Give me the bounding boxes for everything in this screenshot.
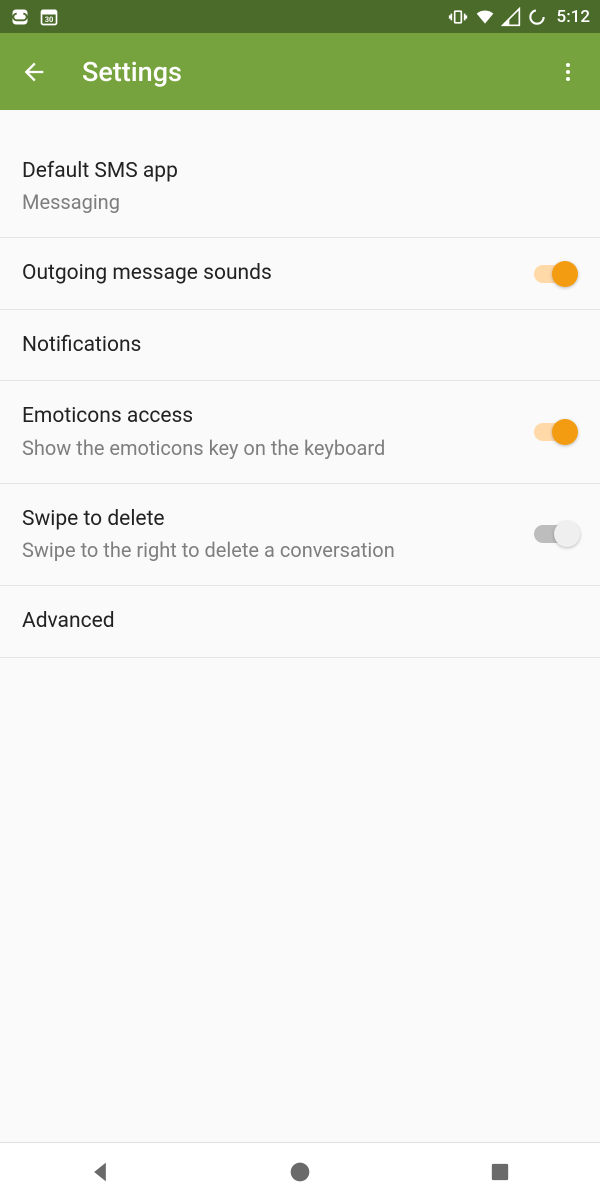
setting-subtitle: Messaging bbox=[22, 188, 578, 217]
emoticons-toggle[interactable] bbox=[530, 418, 578, 446]
voicemail-icon bbox=[10, 7, 30, 27]
setting-title: Default SMS app bbox=[22, 156, 578, 186]
vibrate-icon bbox=[447, 7, 469, 27]
page-title: Settings bbox=[82, 56, 556, 88]
setting-outgoing-sounds[interactable]: Outgoing message sounds bbox=[0, 238, 600, 309]
setting-title: Advanced bbox=[22, 606, 578, 636]
settings-list: Default SMS app Messaging Outgoing messa… bbox=[0, 136, 600, 658]
setting-swipe-delete[interactable]: Swipe to delete Swipe to the right to de… bbox=[0, 484, 600, 586]
svg-text:30: 30 bbox=[45, 15, 54, 24]
nav-recent-icon[interactable] bbox=[486, 1158, 514, 1186]
setting-title: Emoticons access bbox=[22, 401, 514, 431]
setting-advanced[interactable]: Advanced bbox=[0, 586, 600, 657]
setting-subtitle: Show the emoticons key on the keyboard bbox=[22, 434, 514, 463]
nav-home-icon[interactable] bbox=[286, 1158, 314, 1186]
status-right: 5:12 bbox=[447, 7, 590, 27]
setting-notifications[interactable]: Notifications bbox=[0, 310, 600, 381]
navigation-bar bbox=[0, 1142, 600, 1200]
calendar-icon: 30 bbox=[39, 7, 59, 27]
status-left: 30 bbox=[10, 7, 59, 27]
signal-icon bbox=[501, 7, 521, 27]
nav-back-icon[interactable] bbox=[86, 1158, 114, 1186]
swipe-delete-toggle[interactable] bbox=[530, 520, 578, 548]
wifi-icon bbox=[475, 7, 495, 27]
spacer bbox=[0, 110, 600, 136]
overflow-menu-icon[interactable] bbox=[556, 60, 580, 84]
outgoing-sounds-toggle[interactable] bbox=[530, 260, 578, 288]
setting-emoticons[interactable]: Emoticons access Show the emoticons key … bbox=[0, 381, 600, 483]
app-bar: Settings bbox=[0, 33, 600, 110]
setting-subtitle: Swipe to the right to delete a conversat… bbox=[22, 536, 514, 565]
setting-title: Swipe to delete bbox=[22, 504, 514, 534]
setting-title: Outgoing message sounds bbox=[22, 258, 514, 288]
spinner-icon bbox=[527, 7, 547, 27]
setting-default-sms[interactable]: Default SMS app Messaging bbox=[0, 136, 600, 238]
setting-title: Notifications bbox=[22, 330, 578, 360]
status-time: 5:12 bbox=[557, 7, 590, 27]
status-bar: 30 5:12 bbox=[0, 0, 600, 33]
back-arrow-icon[interactable] bbox=[20, 58, 48, 86]
